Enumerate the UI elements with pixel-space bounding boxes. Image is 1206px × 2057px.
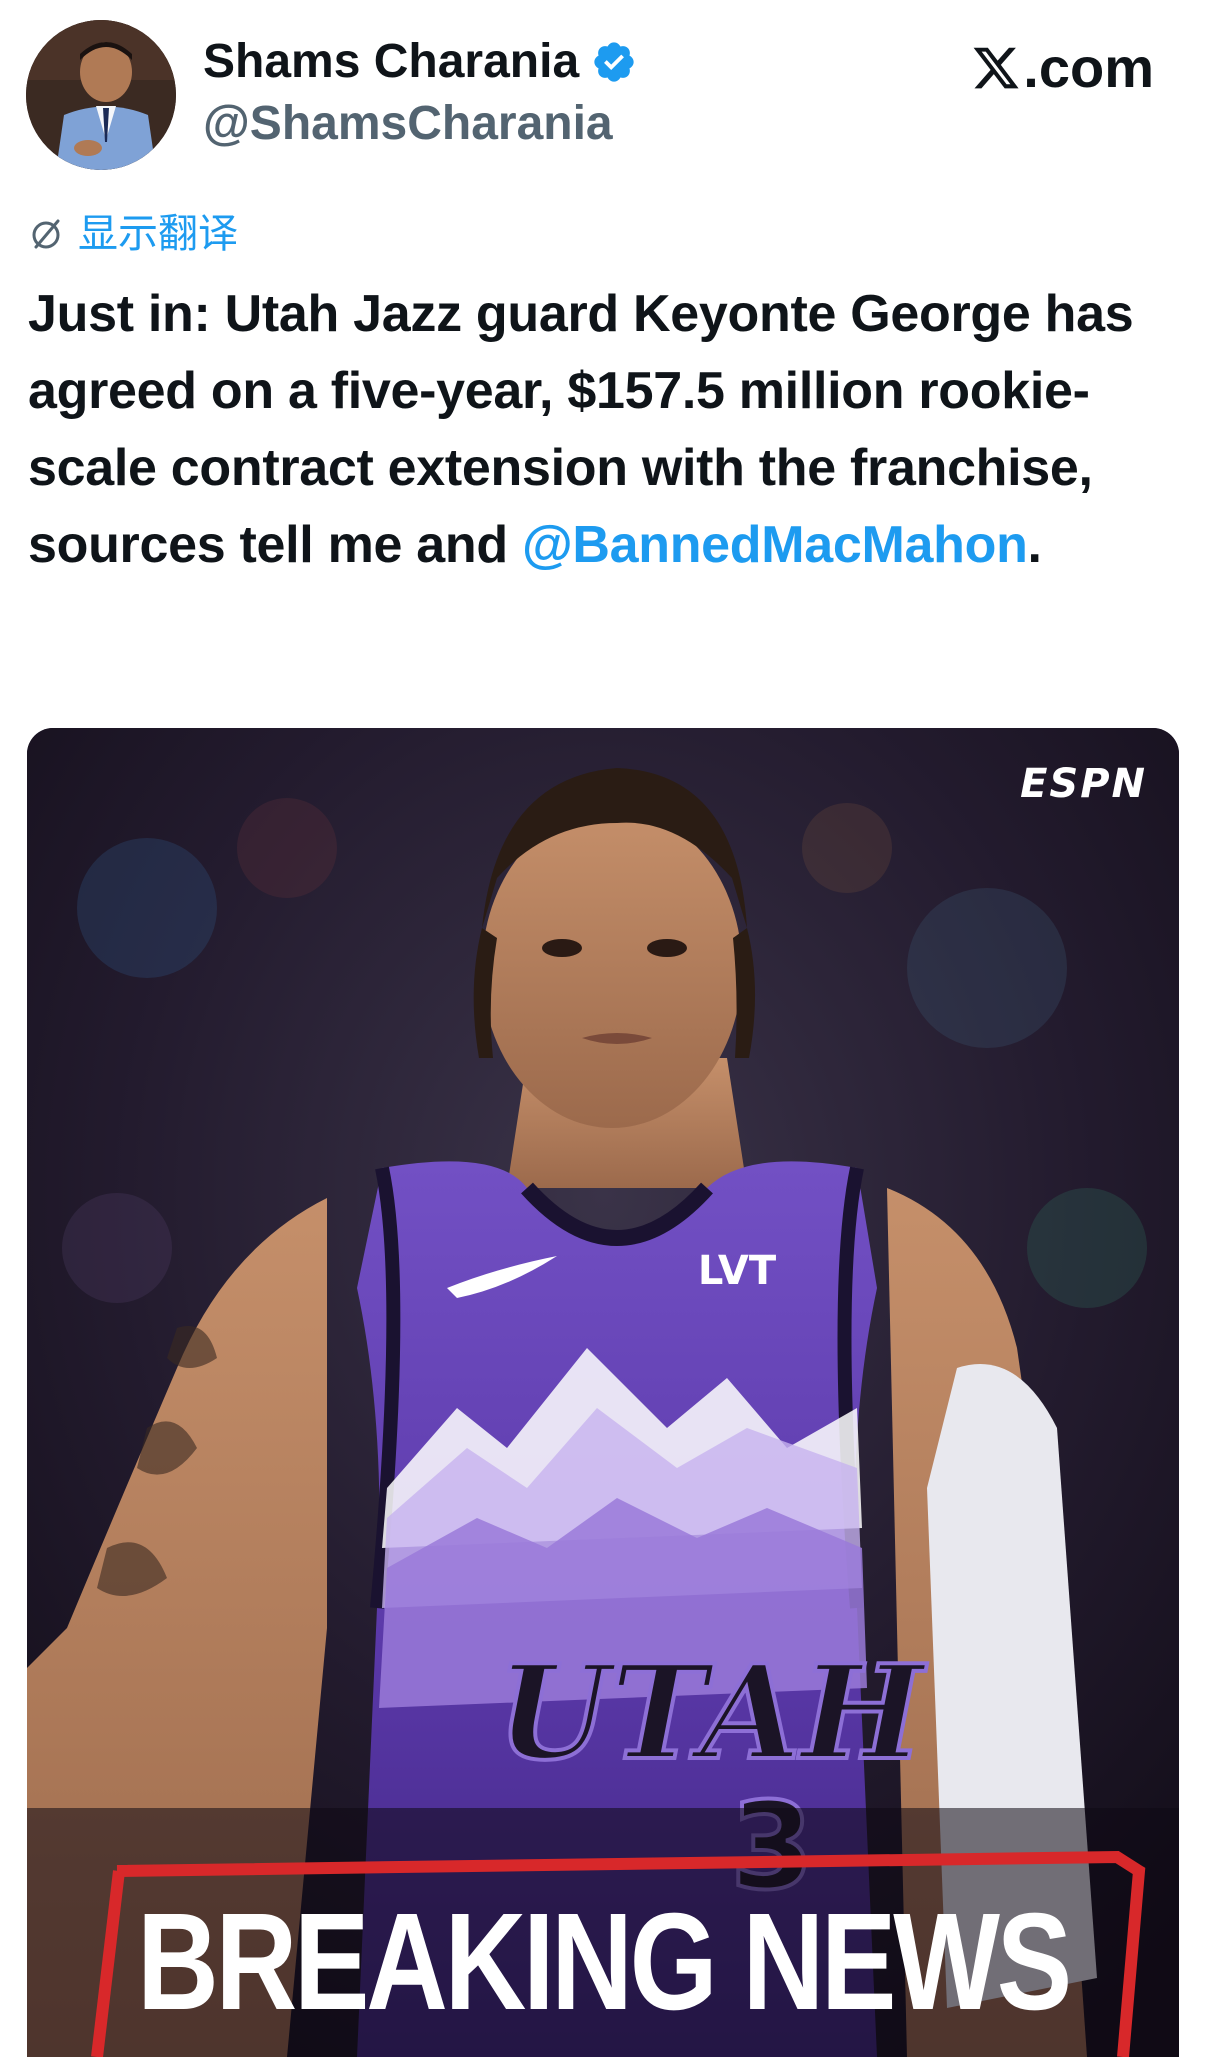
show-translation-label: 显示翻译 <box>78 212 238 256</box>
verified-badge-icon <box>591 39 637 85</box>
mention-link[interactable]: @BannedMacMahon <box>522 516 1028 574</box>
x-logo-icon <box>973 47 1019 89</box>
jersey-sponsor-text: LVT <box>698 1248 777 1294</box>
x-brand-label: .com <box>1023 36 1154 99</box>
display-name-row[interactable]: Shams Charania <box>203 34 637 90</box>
tweet-trailing: . <box>1027 516 1042 574</box>
tweet-header: Shams Charania @ShamsCharania .com <box>0 0 1206 180</box>
avatar[interactable] <box>26 20 176 170</box>
breaking-news-banner: BREAKING NEWS <box>27 1847 1179 2057</box>
avatar-image <box>26 20 176 170</box>
tweet-text: Just in: Utah Jazz guard Keyonte George … <box>28 276 1178 584</box>
jersey-team-text: UTAH <box>497 1636 928 1789</box>
tweet-media-image[interactable]: UTAH 3 LVT ESPN BREAKING NEWS <box>27 728 1179 2057</box>
translate-icon <box>28 216 64 252</box>
breaking-news-text: BREAKING NEWS <box>137 1885 1072 2039</box>
author-handle[interactable]: @ShamsCharania <box>203 96 613 152</box>
x-brand: .com <box>971 38 1154 98</box>
display-name[interactable]: Shams Charania <box>203 34 579 90</box>
show-translation-button[interactable]: 显示翻译 <box>28 210 238 258</box>
espn-logo: ESPN <box>1020 761 1147 807</box>
